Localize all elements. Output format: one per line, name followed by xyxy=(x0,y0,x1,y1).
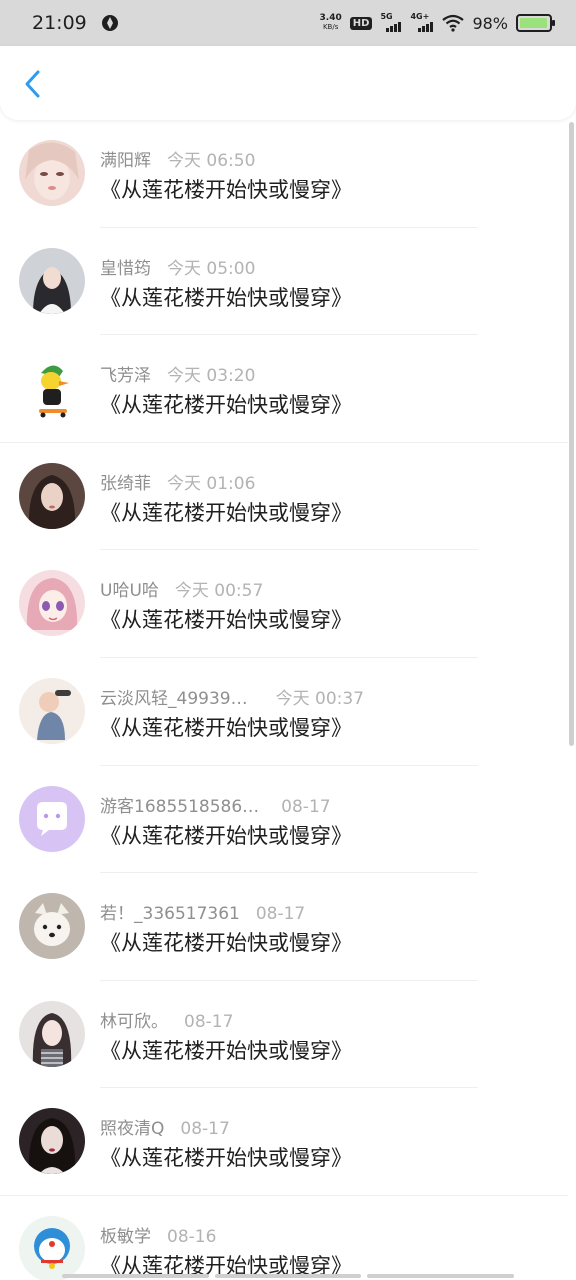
message-time: 08-17 xyxy=(255,904,306,925)
message-row[interactable]: 云淡风轻_49939… 今天 00:37 《从莲花楼开始快或慢穿》 xyxy=(0,658,568,766)
signal-4g-icon: 4G+ xyxy=(410,12,434,32)
message-time: 08-17 xyxy=(281,796,331,817)
message-row[interactable]: 游客1685518586… 08-17 《从莲花楼开始快或慢穿》 xyxy=(0,766,568,874)
scrollbar[interactable] xyxy=(569,122,574,746)
message-text: 《从莲花楼开始快或慢穿》 xyxy=(100,500,352,525)
status-time: 21:09 xyxy=(32,12,87,34)
app-notification-icon xyxy=(101,15,118,31)
message-meta: 云淡风轻_49939… 今天 00:37 xyxy=(100,684,364,709)
message-time: 08-16 xyxy=(167,1226,217,1247)
avatar xyxy=(19,677,85,744)
message-row[interactable]: 林可欣。 08-17 《从莲花楼开始快或慢穿》 xyxy=(0,981,568,1089)
message-text: 《从莲花楼开始快或慢穿》 xyxy=(100,1038,352,1063)
message-row[interactable]: 照夜清Q 08-17 《从莲花楼开始快或慢穿》 xyxy=(0,1088,568,1196)
sender-name[interactable]: 林可欣。 xyxy=(100,1007,168,1032)
message-meta: U哈U哈 今天 00:57 xyxy=(100,576,263,601)
message-row[interactable]: 飞芳泽 今天 03:20 《从莲花楼开始快或慢穿》 xyxy=(0,335,568,443)
message-time: 今天 00:37 xyxy=(275,688,364,709)
battery-icon xyxy=(516,14,555,32)
message-text: 《从莲花楼开始快或慢穿》 xyxy=(100,393,352,418)
avatar xyxy=(19,140,85,206)
message-time: 今天 05:00 xyxy=(167,258,256,279)
network-speed: 3.40 KB/s xyxy=(319,13,342,32)
message-list: 满阳辉 今天 06:50 《从莲花楼开始快或慢穿》 皇惜筠 今天 05:00 《… xyxy=(0,120,568,1280)
back-button[interactable] xyxy=(14,64,50,104)
status-bar: 21:09 3.40 KB/s HD 5G 4G+ 98% xyxy=(0,0,576,46)
signal-5g-icon: 5G xyxy=(380,12,402,32)
top-nav-bar xyxy=(0,46,576,120)
message-meta: 林可欣。 08-17 xyxy=(100,1007,233,1032)
message-row[interactable]: U哈U哈 今天 00:57 《从莲花楼开始快或慢穿》 xyxy=(0,550,568,658)
message-text: 《从莲花楼开始快或慢穿》 xyxy=(100,285,352,310)
sender-name[interactable]: U哈U哈 xyxy=(100,576,159,601)
hd-icon: HD xyxy=(349,16,373,30)
avatar xyxy=(19,247,85,314)
avatar xyxy=(19,893,85,960)
gesture-bar xyxy=(62,1274,515,1278)
message-meta: 张绮菲 今天 01:06 xyxy=(100,469,255,494)
sender-name[interactable]: 皇惜筠 xyxy=(100,254,151,279)
message-row[interactable]: 若！_336517361 08-17 《从莲花楼开始快或慢穿》 xyxy=(0,873,568,981)
avatar xyxy=(19,462,85,529)
message-time: 08-17 xyxy=(184,1011,234,1032)
avatar xyxy=(19,355,85,422)
sender-name[interactable]: 游客1685518586… xyxy=(100,792,259,817)
sender-name[interactable]: 云淡风轻_49939… xyxy=(100,684,248,709)
sender-name[interactable]: 板敏学 xyxy=(100,1222,151,1247)
message-meta: 飞芳泽 今天 03:20 xyxy=(100,361,255,386)
sender-name[interactable]: 飞芳泽 xyxy=(100,361,151,386)
message-text: 《从莲花楼开始快或慢穿》 xyxy=(100,823,352,848)
message-text: 《从莲花楼开始快或慢穿》 xyxy=(100,608,352,633)
message-time: 今天 01:06 xyxy=(167,473,256,494)
message-row[interactable]: 板敏学 08-16 《从莲花楼开始快或慢穿》 xyxy=(0,1196,568,1280)
wifi-icon xyxy=(442,14,465,32)
avatar xyxy=(19,785,85,852)
chevron-left-icon xyxy=(25,70,40,98)
message-text: 《从莲花楼开始快或慢穿》 xyxy=(100,1146,352,1171)
sender-name[interactable]: 若！_336517361 xyxy=(100,899,240,924)
message-text: 《从莲花楼开始快或慢穿》 xyxy=(100,178,352,202)
message-meta: 皇惜筠 今天 05:00 xyxy=(100,254,255,279)
sender-name[interactable]: 张绮菲 xyxy=(100,469,151,494)
message-text: 《从莲花楼开始快或慢穿》 xyxy=(100,931,352,956)
message-meta: 板敏学 08-16 xyxy=(100,1222,216,1247)
message-row[interactable]: 皇惜筠 今天 05:00 《从莲花楼开始快或慢穿》 xyxy=(0,228,568,336)
message-time: 今天 03:20 xyxy=(167,366,256,387)
battery-percent: 98% xyxy=(472,13,508,33)
avatar xyxy=(19,1215,85,1280)
message-meta: 若！_336517361 08-17 xyxy=(100,899,305,924)
message-meta: 游客1685518586… 08-17 xyxy=(100,792,331,817)
message-meta: 照夜清Q 08-17 xyxy=(100,1114,230,1139)
sender-name[interactable]: 满阳辉 xyxy=(100,146,151,171)
message-row[interactable]: 张绮菲 今天 01:06 《从莲花楼开始快或慢穿》 xyxy=(0,443,568,551)
message-text: 《从莲花楼开始快或慢穿》 xyxy=(100,715,352,740)
avatar xyxy=(19,1000,85,1067)
sender-name[interactable]: 照夜清Q xyxy=(100,1114,164,1139)
message-meta: 满阳辉 今天 06:50 xyxy=(100,146,255,171)
avatar xyxy=(19,1108,85,1175)
message-time: 今天 00:57 xyxy=(174,581,264,602)
message-time: 08-17 xyxy=(180,1119,230,1140)
avatar xyxy=(19,570,85,637)
message-row[interactable]: 满阳辉 今天 06:50 《从莲花楼开始快或慢穿》 xyxy=(0,120,568,228)
message-time: 今天 06:50 xyxy=(167,151,256,171)
